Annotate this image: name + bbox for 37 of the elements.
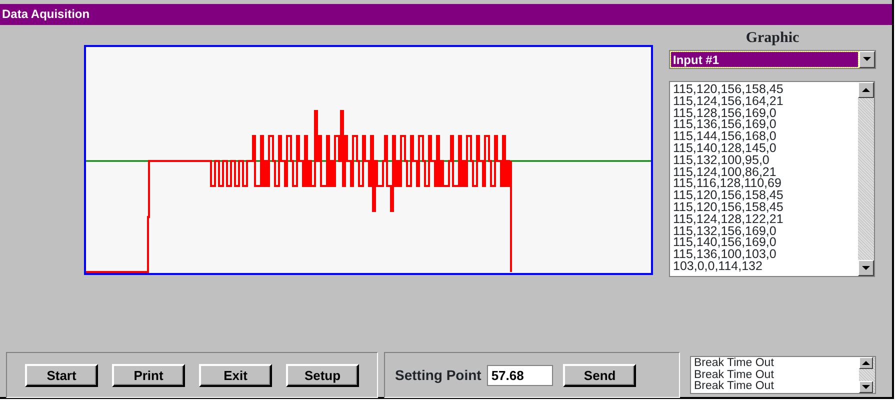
scrollbar[interactable] bbox=[859, 357, 875, 393]
list-item[interactable]: 115,124,100,86,21 bbox=[673, 166, 858, 178]
log-entry: Break Time Out bbox=[694, 370, 775, 380]
list-item[interactable]: 115,132,156,169,0 bbox=[673, 226, 858, 238]
list-item[interactable]: 115,124,128,122,21 bbox=[673, 214, 858, 226]
list-item[interactable]: 115,120,156,158,45 bbox=[673, 84, 858, 96]
toolbar-button[interactable]: Start bbox=[25, 364, 98, 386]
log-entry: Break Time Out bbox=[694, 381, 775, 392]
setting-point-label: Setting Point bbox=[395, 366, 482, 385]
list-item[interactable]: 115,128,156,169,0 bbox=[673, 108, 858, 120]
graphic-label: Graphic bbox=[744, 29, 800, 47]
log-entry: Break Time Out bbox=[694, 358, 775, 370]
list-item[interactable]: 115,144,156,168,0 bbox=[673, 131, 858, 143]
readings-list[interactable] bbox=[669, 81, 875, 277]
toolbar-button[interactable]: Setup bbox=[286, 364, 359, 386]
log-list[interactable]: Break Time Out Break Time Out Break Time Out bbox=[690, 356, 876, 394]
scroll-up-icon[interactable] bbox=[859, 357, 873, 369]
list-item[interactable]: 115,140,128,145,0 bbox=[673, 142, 858, 155]
send-button[interactable]: Send bbox=[563, 364, 636, 386]
list-item[interactable]: 115,132,100,95,0 bbox=[673, 154, 858, 167]
scrollbar[interactable] bbox=[858, 82, 874, 276]
toolbar-button[interactable]: Print bbox=[112, 364, 185, 386]
window-title: Data Aquisition bbox=[0, 4, 892, 25]
setting-point-field[interactable]: 57.68 bbox=[487, 364, 554, 386]
list-item[interactable]: 115,120,156,158,45 bbox=[673, 190, 858, 202]
scroll-down-icon[interactable] bbox=[858, 260, 874, 276]
toolbar-button[interactable]: Exit bbox=[199, 364, 272, 386]
list-item[interactable]: 115,136,100,103,0 bbox=[673, 249, 858, 261]
list-item[interactable]: 103,0,0,114,132 bbox=[673, 260, 858, 273]
list-item[interactable]: 115,136,156,169,0 bbox=[673, 119, 858, 132]
scroll-down-icon[interactable] bbox=[859, 381, 873, 393]
scroll-up-icon[interactable] bbox=[858, 82, 874, 98]
list-item[interactable]: 115,140,156,169,0 bbox=[673, 237, 858, 250]
input-dropdown[interactable]: Input #1 bbox=[669, 50, 876, 69]
list-item[interactable]: 115,116,128,110,69 bbox=[673, 178, 858, 190]
list-item[interactable]: 115,120,156,158,45 bbox=[673, 202, 858, 214]
list-item[interactable]: 115,124,156,164,21 bbox=[673, 96, 858, 108]
